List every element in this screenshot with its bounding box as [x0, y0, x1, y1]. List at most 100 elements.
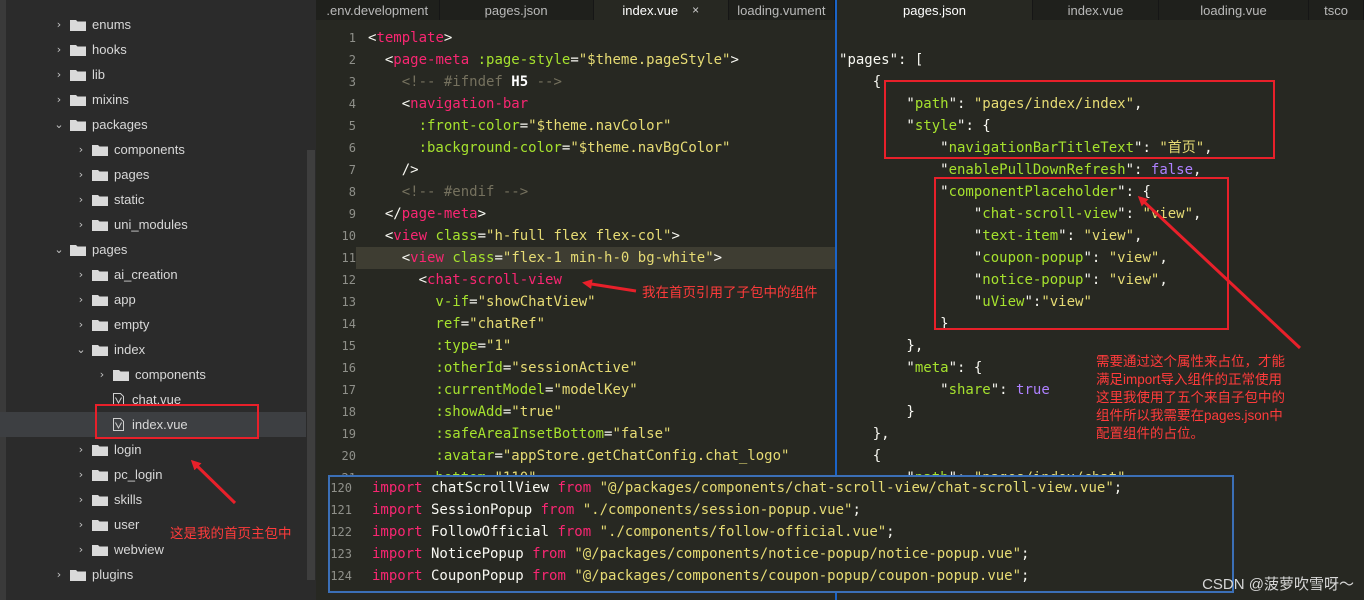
tab-index-vue[interactable]: index.vue ×: [593, 0, 729, 20]
code-token: >: [713, 250, 723, 266]
code-line[interactable]: </page-meta>: [368, 203, 486, 225]
tree-item[interactable]: › components: [0, 137, 306, 162]
code-line[interactable]: <!-- #ifndef H5 -->: [368, 71, 562, 93]
chevron-down-icon[interactable]: ⌄: [74, 343, 88, 356]
chevron-right-icon[interactable]: ›: [52, 68, 66, 81]
code-line[interactable]: ref="chatRef": [368, 313, 545, 335]
import-line[interactable]: import chatScrollView from "@/packages/c…: [372, 477, 1122, 499]
code-line[interactable]: :currentModel="modelKey": [368, 379, 637, 401]
tab-pages-json[interactable]: pages.json: [440, 0, 594, 20]
tab-index-vue-right[interactable]: index.vue: [1033, 0, 1159, 20]
left-code-editor[interactable]: 1 <template> 2 <page-meta :page-style="$th…: [316, 20, 835, 475]
code-token: true: [1016, 382, 1050, 398]
tree-item[interactable]: › enums: [0, 12, 306, 37]
tree-item[interactable]: ⌄ pages: [0, 237, 306, 262]
sidebar-scrollbar-thumb[interactable]: [307, 150, 315, 580]
tab-loading-vue-right[interactable]: loading.vue: [1159, 0, 1309, 20]
code-line[interactable]: <chat-scroll-view: [368, 269, 562, 291]
chevron-right-icon[interactable]: ›: [74, 318, 88, 331]
tree-item[interactable]: › uni_modules: [0, 212, 306, 237]
code-line[interactable]: v-if="showChatView": [368, 291, 595, 313]
import-line[interactable]: import FollowOfficial from "./components…: [372, 521, 895, 543]
tab-loading-vue[interactable]: loading.vument: [729, 0, 835, 20]
tree-item[interactable]: › pages: [0, 162, 306, 187]
code-line[interactable]: :type="1": [368, 335, 511, 357]
code-line[interactable]: />: [368, 159, 419, 181]
tree-item[interactable]: ⌄ index: [0, 337, 306, 362]
code-token: from: [557, 480, 592, 496]
code-line[interactable]: },: [839, 335, 923, 357]
chevron-right-icon[interactable]: ›: [74, 268, 88, 281]
code-line[interactable]: <!-- #endif -->: [368, 181, 528, 203]
code-line[interactable]: <view class="h-full flex flex-col">: [368, 225, 680, 247]
code-line[interactable]: bottom="110": [368, 467, 536, 475]
tree-item[interactable]: › lib: [0, 62, 306, 87]
code-line[interactable]: <template>: [368, 27, 452, 49]
code-line[interactable]: }: [839, 401, 914, 423]
line-number: 16: [341, 361, 356, 375]
chevron-right-icon[interactable]: ›: [74, 468, 88, 481]
import-line[interactable]: import NoticePopup from "@/packages/comp…: [372, 543, 1029, 565]
tab-pages-json-right[interactable]: pages.json: [837, 0, 1033, 20]
chevron-right-icon[interactable]: ›: [52, 93, 66, 106]
code-line[interactable]: <view class="flex-1 min-h-0 bg-white">: [368, 247, 722, 269]
chevron-right-icon[interactable]: ›: [74, 193, 88, 206]
chevron-down-icon[interactable]: ⌄: [52, 118, 66, 131]
code-token: "@/packages/components/coupon-popup/coup…: [574, 568, 1022, 584]
close-icon[interactable]: ×: [692, 3, 699, 17]
tree-item[interactable]: › login: [0, 437, 306, 462]
code-token: :front-color: [368, 118, 520, 134]
tab-env-development[interactable]: .env.development: [316, 0, 440, 20]
line-number: 8: [348, 185, 356, 199]
code-line[interactable]: :avatar="appStore.getChatConfig.chat_log…: [368, 445, 789, 467]
chevron-right-icon[interactable]: ›: [74, 168, 88, 181]
code-token: ;: [1113, 480, 1123, 496]
code-line[interactable]: :front-color="$theme.navColor": [368, 115, 672, 137]
tab-tsco-right[interactable]: tsco: [1309, 0, 1364, 20]
chevron-down-icon[interactable]: ⌄: [52, 243, 66, 256]
tree-item[interactable]: › ai_creation: [0, 262, 306, 287]
tree-item[interactable]: › pc_login: [0, 462, 306, 487]
chevron-right-icon[interactable]: ›: [52, 568, 66, 581]
code-token: ;: [852, 502, 861, 518]
code-line[interactable]: <page-meta :page-style="$theme.pageStyle…: [368, 49, 739, 71]
code-line[interactable]: {: [839, 71, 881, 93]
code-line[interactable]: <navigation-bar: [368, 93, 528, 115]
chevron-right-icon[interactable]: ›: [74, 493, 88, 506]
chevron-right-icon[interactable]: ›: [74, 543, 88, 556]
chevron-right-icon[interactable]: ›: [74, 518, 88, 531]
tree-item[interactable]: › hooks: [0, 37, 306, 62]
tree-item[interactable]: › static: [0, 187, 306, 212]
tree-item[interactable]: › mixins: [0, 87, 306, 112]
chevron-right-icon[interactable]: ›: [74, 143, 88, 156]
import-line[interactable]: import CouponPopup from "@/packages/comp…: [372, 565, 1029, 587]
code-token: page-meta: [393, 52, 470, 68]
tree-item[interactable]: › skills: [0, 487, 306, 512]
code-line[interactable]: :showAdd="true": [368, 401, 561, 423]
tree-item-label: components: [114, 142, 185, 157]
tree-item[interactable]: › empty: [0, 312, 306, 337]
chevron-right-icon[interactable]: ›: [52, 18, 66, 31]
code-line[interactable]: "pages": [: [839, 49, 923, 71]
chevron-right-icon[interactable]: ›: [74, 293, 88, 306]
import-code-panel[interactable]: 120 import chatScrollView from "@/package…: [328, 475, 1234, 593]
chevron-right-icon[interactable]: ›: [74, 443, 88, 456]
import-line[interactable]: import SessionPopup from "./components/s…: [372, 499, 861, 521]
tree-item[interactable]: › app: [0, 287, 306, 312]
code-line[interactable]: :safeAreaInsetBottom="false": [368, 423, 671, 445]
tree-item[interactable]: › components: [0, 362, 306, 387]
code-line[interactable]: "meta": {: [839, 357, 982, 379]
code-line[interactable]: :background-color="$theme.navBgColor": [368, 137, 731, 159]
code-token: "h-full flex flex-col": [486, 228, 672, 244]
code-line[interactable]: }: [839, 313, 948, 335]
tree-item[interactable]: › plugins: [0, 562, 306, 587]
code-token: {: [839, 74, 882, 90]
code-line[interactable]: {: [839, 445, 881, 467]
code-line[interactable]: :otherId="sessionActive": [368, 357, 637, 379]
chevron-right-icon[interactable]: ›: [52, 43, 66, 56]
chevron-right-icon[interactable]: ›: [74, 218, 88, 231]
tree-item[interactable]: ⌄ packages: [0, 112, 306, 137]
code-line[interactable]: "share": true: [839, 379, 1050, 401]
code-line[interactable]: },: [839, 423, 890, 445]
chevron-right-icon[interactable]: ›: [95, 368, 109, 381]
